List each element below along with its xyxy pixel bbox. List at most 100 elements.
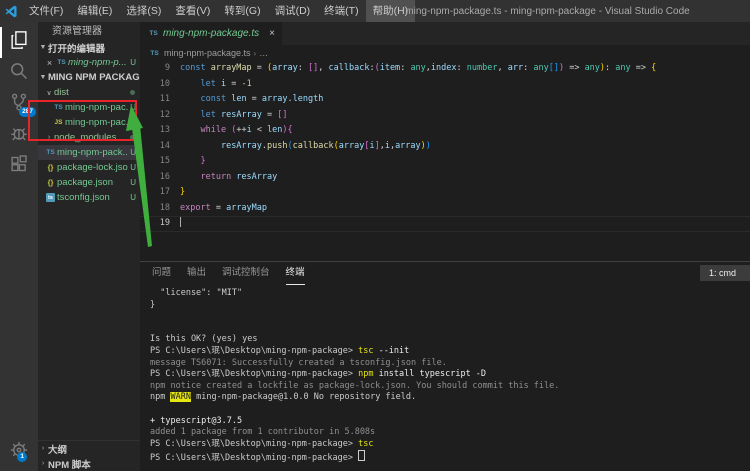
terminal-cursor: [358, 450, 365, 461]
code-line-18: 18export = arrayMap: [140, 201, 750, 217]
editor-cursor: [180, 217, 181, 227]
file-label: dist: [54, 87, 128, 98]
file-row-ming-npm-pac[interactable]: TSming-npm-pac...U: [38, 100, 140, 115]
open-editors-header[interactable]: ▼ 打开的编辑器: [38, 40, 140, 55]
menu-debug[interactable]: 调试(D): [268, 0, 318, 22]
editor-area: TS ming-npm-package.ts × TS ming-npm-pac…: [140, 22, 750, 471]
chevron-down-icon: ▼: [38, 74, 48, 81]
project-header[interactable]: ▼ MING NPM PACKAGE: [38, 70, 140, 85]
activity-bar: 287 1: [0, 22, 38, 471]
menu-edit[interactable]: 编辑(E): [70, 0, 119, 22]
activitybar-search[interactable]: [0, 58, 38, 89]
breadcrumb-file[interactable]: ming-npm-package.ts: [164, 48, 251, 58]
json-file-icon: {}: [44, 178, 57, 187]
terminal-row-6: PS C:\Users\珉\Desktop\ming-npm-package> …: [150, 346, 750, 358]
explorer-sidebar: 资源管理器 ▼ 打开的编辑器 ×TSming-npm-p...U ▼ MING …: [38, 22, 140, 471]
sidebar-section-npm[interactable]: ›NPM 脚本: [38, 456, 140, 471]
file-row-dist[interactable]: ∨dist: [38, 85, 140, 100]
code-line-19: 19: [140, 216, 750, 232]
menu-selection[interactable]: 选择(S): [119, 0, 168, 22]
tab-label: ming-npm-package.ts: [163, 28, 259, 39]
code-line-9: 9const arrayMap = (array: [], callback:(…: [140, 61, 750, 77]
git-modified-dot-icon: [130, 135, 135, 140]
line-number: 12: [140, 108, 180, 124]
terminal-row-11: [150, 404, 750, 416]
git-untracked-badge: U: [130, 148, 136, 157]
file-row-package-json[interactable]: {}package.jsonU: [38, 175, 140, 190]
panel-tab-output[interactable]: 输出: [187, 262, 206, 284]
close-editor-icon[interactable]: ×: [44, 58, 55, 68]
project-name-label: MING NPM PACKAGE: [48, 72, 140, 83]
bottom-panel: 问题输出调试控制台终端 1: cmd "license": "MIT"}Is t…: [140, 261, 750, 471]
line-content: }: [180, 185, 185, 201]
sidebar-section-item[interactable]: ›大纲: [38, 441, 140, 456]
git-untracked-badge: U: [130, 103, 136, 112]
terminal-row-5: Is this OK? (yes) yes: [150, 334, 750, 346]
line-content: return resArray: [180, 170, 277, 186]
chevron-down-icon: ∨: [44, 89, 54, 97]
breadcrumb-separator-icon: ›: [254, 49, 257, 58]
panel-tab-terminal[interactable]: 终端: [286, 262, 305, 285]
file-row-node-modules[interactable]: ›node_modules: [38, 130, 140, 145]
line-number: 14: [140, 139, 180, 155]
code-editor[interactable]: 9const arrayMap = (array: [], callback:(…: [140, 61, 750, 261]
panel-tab-debug-console[interactable]: 调试控制台: [222, 262, 270, 284]
breadcrumb[interactable]: TS ming-npm-package.ts › …: [140, 45, 750, 61]
terminal-row-12: + typescript@3.7.5: [150, 416, 750, 428]
terminal-row-2: }: [150, 300, 750, 312]
menu-view[interactable]: 查看(V): [168, 0, 217, 22]
activitybar-debug[interactable]: [0, 120, 38, 151]
file-label: node_modules: [54, 132, 128, 143]
breadcrumb-symbol[interactable]: …: [259, 48, 268, 58]
tab-ming-npm-package-ts[interactable]: TS ming-npm-package.ts ×: [140, 22, 282, 45]
file-row-package-lock-json[interactable]: {}package-lock.jsonU: [38, 160, 140, 175]
ts-file-icon: TS: [44, 149, 57, 156]
ts-file-icon: TS: [147, 30, 160, 37]
line-content: while (++i < len){: [180, 123, 293, 139]
git-untracked-badge: U: [130, 178, 136, 187]
terminal-row-3: [150, 311, 750, 323]
extensions-icon: [9, 154, 29, 179]
terminal-row-8: PS C:\Users\珉\Desktop\ming-npm-package> …: [150, 369, 750, 381]
chevron-right-icon: ›: [38, 460, 48, 467]
menu-help[interactable]: 帮助(H): [366, 0, 416, 22]
code-line-10: 10 let i = -1: [140, 77, 750, 93]
file-row-tsconfig-json[interactable]: tstsconfig.jsonU: [38, 190, 140, 205]
ts-file-icon: TS: [52, 104, 65, 111]
file-label: package-lock.json: [57, 162, 128, 173]
file-row-ming-npm-p[interactable]: ×TSming-npm-p...U: [38, 55, 140, 70]
ts-file-icon: TS: [55, 59, 68, 66]
file-row-ming-npm-pac[interactable]: JSming-npm-pac...U: [38, 115, 140, 130]
terminal-row-15: PS C:\Users\珉\Desktop\ming-npm-package>: [150, 450, 750, 462]
line-content: [180, 216, 181, 232]
panel-header: 问题输出调试控制台终端 1: cmd: [140, 262, 750, 287]
activitybar-explorer[interactable]: [0, 27, 38, 58]
tab-bar: TS ming-npm-package.ts ×: [140, 22, 750, 45]
menu-terminal[interactable]: 终端(T): [317, 0, 365, 22]
terminal-row-9: npm notice created a lockfile as package…: [150, 381, 750, 393]
code-line-17: 17}: [140, 185, 750, 201]
activitybar-source-control[interactable]: 287: [0, 89, 38, 120]
file-label: tsconfig.json: [57, 192, 128, 203]
code-line-13: 13 while (++i < len){: [140, 123, 750, 139]
vscode-logo-icon: [0, 5, 22, 18]
terminal-shell-selector[interactable]: 1: cmd: [700, 265, 750, 281]
tsconfig-file-icon: ts: [46, 193, 55, 202]
terminal[interactable]: "license": "MIT"}Is this OK? (yes) yesPS…: [140, 287, 750, 471]
line-number: 15: [140, 154, 180, 170]
project-file-list: ∨distTSming-npm-pac...UJSming-npm-pac...…: [38, 85, 140, 205]
ts-file-icon: TS: [148, 50, 161, 57]
git-untracked-badge: U: [130, 163, 136, 172]
explorer-icon: [9, 30, 29, 55]
file-row-ming-npm-pack[interactable]: TSming-npm-pack...U: [38, 145, 140, 160]
close-tab-icon[interactable]: ×: [269, 28, 275, 39]
line-content: let resArray = []: [180, 108, 288, 124]
line-number: 18: [140, 201, 180, 217]
manage-button[interactable]: 1: [9, 439, 29, 465]
activitybar-extensions[interactable]: [0, 151, 38, 182]
panel-tab-problems[interactable]: 问题: [152, 262, 171, 284]
git-untracked-badge: U: [130, 193, 136, 202]
menu-file[interactable]: 文件(F): [22, 0, 70, 22]
panel-tabs: 问题输出调试控制台终端: [152, 262, 321, 285]
menu-go[interactable]: 转到(G): [217, 0, 267, 22]
